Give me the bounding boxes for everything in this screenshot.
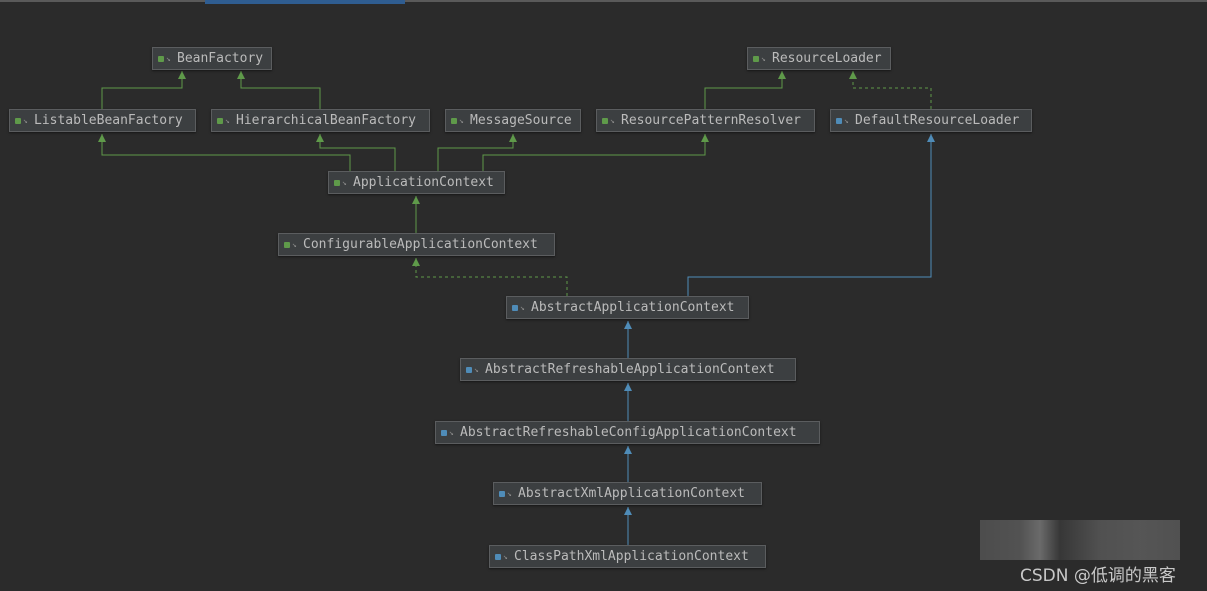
node-label: ApplicationContext xyxy=(353,175,494,190)
node-label: ResourceLoader xyxy=(772,51,882,66)
visibility-icon: ↘ xyxy=(610,116,615,125)
node-label: BeanFactory xyxy=(177,51,264,66)
node-label: AbstractXmlApplicationContext xyxy=(518,486,745,501)
class-icon xyxy=(499,490,505,497)
visibility-icon: ↘ xyxy=(292,240,297,249)
visibility-icon: ↘ xyxy=(225,116,230,125)
visibility-icon: ↘ xyxy=(23,116,28,125)
node-abstractrefreshableconfigapplicationcontext[interactable]: ↘ AbstractRefreshableConfigApplicationCon… xyxy=(435,421,820,444)
visibility-icon: ↘ xyxy=(166,54,171,63)
node-label: ResourcePatternResolver xyxy=(621,113,802,128)
node-beanfactory[interactable]: ↘ BeanFactory xyxy=(152,47,272,70)
edge-appctx-hierarchical xyxy=(316,134,396,171)
interface-icon xyxy=(284,241,290,248)
edge-defaultresourceloader-resourceloader xyxy=(849,71,932,109)
node-label: AbstractApplicationContext xyxy=(531,300,735,315)
class-icon xyxy=(836,117,842,124)
node-hierarchicalbeanfactory[interactable]: ↘ HierarchicalBeanFactory xyxy=(211,109,430,132)
visibility-icon: ↘ xyxy=(844,116,849,125)
class-icon xyxy=(441,429,447,436)
interface-icon xyxy=(15,117,21,124)
visibility-icon: ↘ xyxy=(761,54,766,63)
edge-appctx-resourcepattern xyxy=(482,134,709,171)
interface-icon xyxy=(753,55,759,62)
edge-appctx-listable xyxy=(98,134,351,171)
node-abstractapplicationcontext[interactable]: ↘ AbstractApplicationContext xyxy=(506,296,749,319)
node-resourcepatternresolver[interactable]: ↘ ResourcePatternResolver xyxy=(596,109,815,132)
interface-icon xyxy=(451,117,457,124)
interface-icon xyxy=(158,55,164,62)
node-abstractrefreshableapplicationcontext[interactable]: ↘ AbstractRefreshableApplicationContext xyxy=(460,358,796,381)
edge-hierarchical-beanfactory xyxy=(237,71,321,109)
node-label: MessageSource xyxy=(470,113,572,128)
node-listablebeanfactory[interactable]: ↘ ListableBeanFactory xyxy=(9,109,196,132)
node-abstractxmlapplicationcontext[interactable]: ↘ AbstractXmlApplicationContext xyxy=(493,482,762,505)
node-label: ClassPathXmlApplicationContext xyxy=(514,549,749,564)
visibility-icon: ↘ xyxy=(520,303,525,312)
interface-icon xyxy=(334,179,340,186)
edge-abstractappctx-configurable xyxy=(412,258,568,296)
visibility-icon: ↘ xyxy=(449,428,454,437)
visibility-icon: ↘ xyxy=(342,178,347,187)
visibility-icon: ↘ xyxy=(503,552,508,561)
node-label: AbstractRefreshableApplicationContext xyxy=(485,362,775,377)
node-resourceloader[interactable]: ↘ ResourceLoader xyxy=(747,47,891,70)
class-icon xyxy=(512,304,518,311)
edge-abstractappctx-defaultresourceloader xyxy=(687,134,935,296)
interface-icon xyxy=(217,117,223,124)
class-icon xyxy=(466,366,472,373)
class-icon xyxy=(495,553,501,560)
node-label: ListableBeanFactory xyxy=(34,113,183,128)
edge-appctx-messagesource xyxy=(437,134,517,171)
edge-listable-beanfactory xyxy=(101,71,186,109)
edge-resourcepattern-resourceloader xyxy=(704,71,786,109)
node-label: HierarchicalBeanFactory xyxy=(236,113,417,128)
visibility-icon: ↘ xyxy=(474,365,479,374)
watermark: CSDN @低调的黑客 xyxy=(1020,566,1176,586)
node-messagesource[interactable]: ↘ MessageSource xyxy=(445,109,581,132)
node-defaultresourceloader[interactable]: ↘ DefaultResourceLoader xyxy=(830,109,1032,132)
interface-icon xyxy=(602,117,608,124)
node-label: ConfigurableApplicationContext xyxy=(303,237,538,252)
node-label: DefaultResourceLoader xyxy=(855,113,1020,128)
node-configurableapplicationcontext[interactable]: ↘ ConfigurableApplicationContext xyxy=(278,233,555,256)
pixelated-region xyxy=(980,520,1180,560)
visibility-icon: ↘ xyxy=(507,489,512,498)
visibility-icon: ↘ xyxy=(459,116,464,125)
node-applicationcontext[interactable]: ↘ ApplicationContext xyxy=(328,171,505,194)
node-classpathxmlapplicationcontext[interactable]: ↘ ClassPathXmlApplicationContext xyxy=(489,545,766,568)
node-label: AbstractRefreshableConfigApplicationCont… xyxy=(460,425,797,440)
